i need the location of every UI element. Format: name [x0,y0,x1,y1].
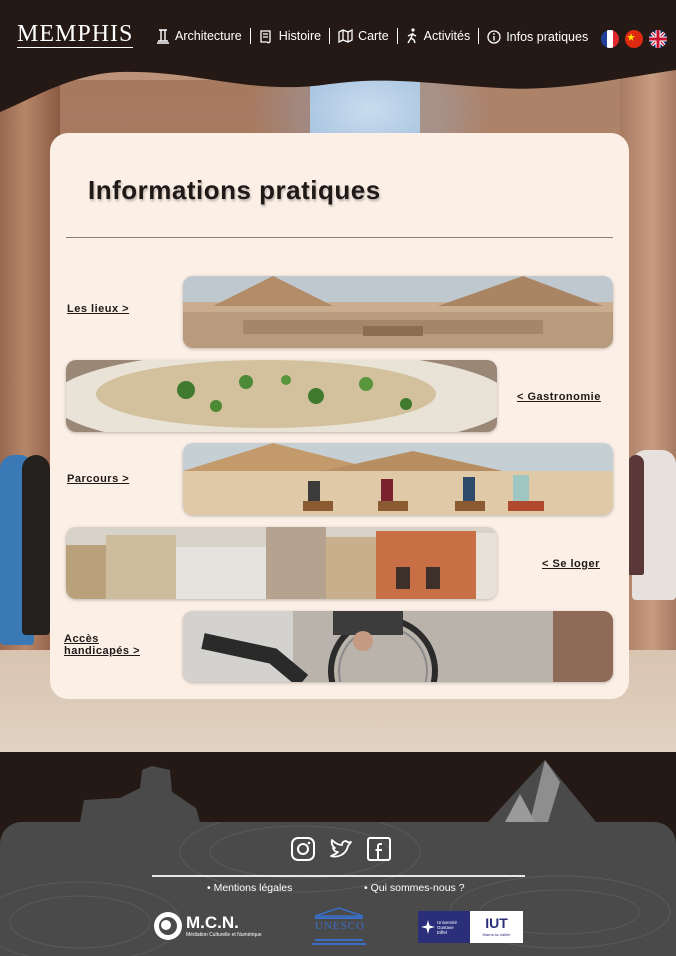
link-acces-handicapes[interactable]: Accès handicapés > [64,633,140,657]
link-mentions-legales[interactable]: • Mentions légales [207,882,292,894]
iut-logo: IUT Marne-la-Vallée [470,911,523,943]
instagram-icon[interactable] [290,836,316,867]
gastronomy-image[interactable] [66,360,497,432]
mcn-subtitle: Médiation Culturelle et Numérique [186,932,262,938]
nav-label: Histoire [278,29,322,43]
twitter-icon[interactable] [328,836,354,867]
language-switcher [601,30,667,48]
site-logo[interactable]: MEMPHIS [17,22,134,48]
pyramids-image[interactable] [183,276,613,348]
link-gastronomie[interactable]: < Gastronomie [517,391,601,403]
page-title: Informations pratiques [88,175,381,205]
info-icon [487,30,501,44]
iut-subtitle: Marne-la-Vallée [482,932,511,937]
facebook-icon[interactable] [366,836,392,867]
info-card: Informations pratiques Les lieux > < Gas… [50,133,629,699]
social-links [290,836,392,867]
unesco-logo[interactable]: UNESCO [311,906,367,953]
link-label-line1: Accès [64,633,99,645]
ugeuniv-logo: Université Gustave Eiffel [418,911,470,943]
nav-wave-background [0,0,676,112]
iut-text: IUT [485,915,508,931]
nav-item-infos-pratiques[interactable]: Infos pratiques [487,30,588,44]
walking-icon [407,28,416,44]
nav-item-histoire[interactable]: Histoire [259,29,321,44]
flag-french-icon[interactable] [601,30,619,48]
main-nav: Architecture Histoire Carte Activités In… [156,28,588,44]
univ-iut-logo[interactable]: Université Gustave Eiffel IUT Marne-la-V… [418,911,523,943]
nav-divider [249,28,251,44]
nav-label: Architecture [175,29,242,43]
ugeuniv-line: Université [437,919,458,925]
nav-divider [478,28,480,44]
map-icon [338,29,353,43]
wheelchair-image[interactable] [183,611,613,682]
scroll-icon [260,29,271,43]
nav-label: Carte [358,29,389,43]
mcn-text: M.C.N. Médiation Culturelle et Numérique [186,913,262,939]
footer-link-label: Mentions légales [213,882,293,894]
top-navigation: MEMPHIS Architecture Histoire Carte Acti… [0,0,676,112]
nav-label: Activités [423,29,471,43]
star-emblem-icon [421,920,435,934]
tourist-figure [628,455,644,575]
nav-item-carte[interactable]: Carte [338,29,389,43]
link-les-lieux[interactable]: Les lieux > [67,303,129,315]
mcn-emblem-icon [154,912,182,940]
footer-silhouettes [80,760,596,822]
ugeuniv-line: Eiffel [437,929,447,935]
flag-english-icon[interactable] [649,30,667,48]
unesco-text: UNESCO [315,920,366,932]
nav-item-activites[interactable]: Activités [406,28,471,44]
nav-divider [329,28,331,44]
link-se-loger[interactable]: < Se loger [542,558,600,570]
nav-label: Infos pratiques [506,30,589,44]
footer-divider [152,875,525,877]
link-qui-sommes-nous[interactable]: • Qui sommes-nous ? [364,882,465,894]
camel-ride-image[interactable] [183,443,613,515]
nav-item-architecture[interactable]: Architecture [156,28,242,44]
link-parcours[interactable]: Parcours > [67,473,129,485]
tourist-figure [22,455,50,635]
footer-link-label: Qui sommes-nous ? [370,882,465,894]
column-icon [157,29,169,44]
title-divider [66,237,613,238]
nav-divider [396,28,398,44]
mcn-logo[interactable]: M.C.N. Médiation Culturelle et Numérique [153,911,262,941]
ugeuniv-text: Université Gustave Eiffel [437,920,457,935]
mcn-name: M.C.N. [186,913,239,932]
flag-chinese-icon[interactable] [625,30,643,48]
housing-image[interactable] [66,527,497,599]
link-label-line2: handicapés > [64,645,141,657]
